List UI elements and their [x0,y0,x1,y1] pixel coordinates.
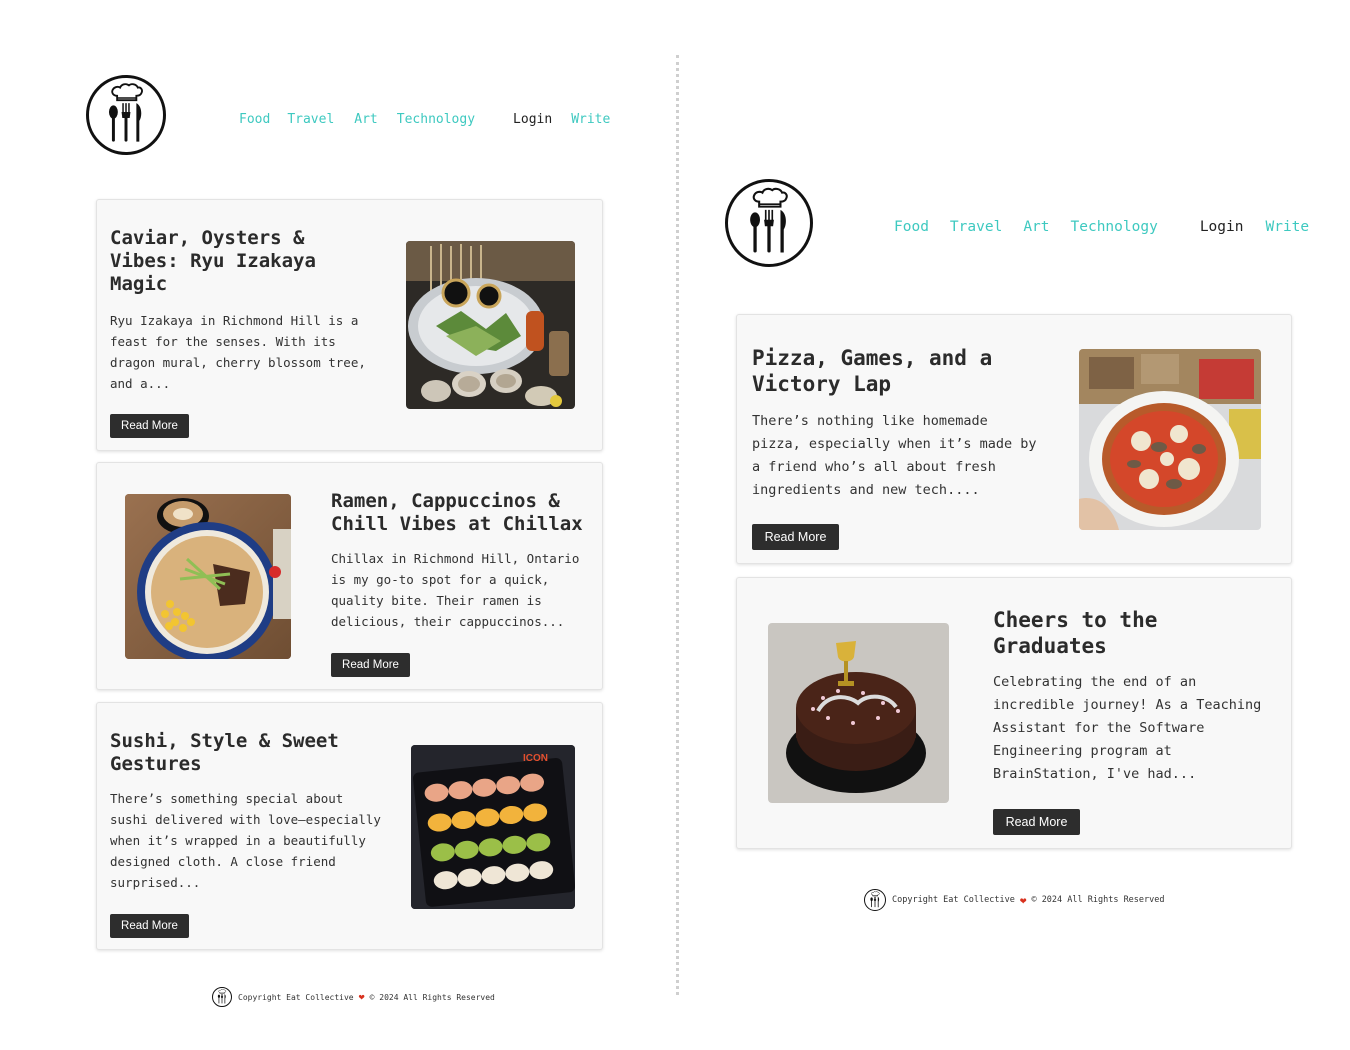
post-excerpt: Celebrating the end of an incredible jou… [993,674,1262,782]
svg-text:ICON: ICON [523,753,548,764]
nav-food-link[interactable]: Food [894,219,929,235]
post-excerpt: There’s nothing like homemade pizza, esp… [752,413,1037,498]
nav-art-link[interactable]: Art [1023,219,1049,235]
post-card: Caviar, Oysters & Vibes: Ryu Izakaya Mag… [96,199,603,451]
heart-icon: ❤ [1019,893,1027,907]
post-excerpt: Chillax in Richmond Hill, Ontario is my … [331,551,580,629]
post-image-sushi[interactable]: ICON [411,745,575,909]
panel-divider [676,55,679,995]
post-excerpt: There’s something special about sushi de… [110,791,381,890]
post-card: Cheers to the Graduates Celebrating the … [736,577,1292,849]
nav-technology-link[interactable]: Technology [1071,219,1158,235]
post-excerpt: Ryu Izakaya in Richmond Hill is a feast … [110,313,366,391]
post-title[interactable]: Caviar, Oysters & Vibes: Ryu Izakaya Mag… [110,227,345,296]
post-title[interactable]: Cheers to the Graduates [993,607,1193,659]
footer-rights: © 2024 All Rights Reserved [369,992,495,1002]
post-title[interactable]: Pizza, Games, and a Victory Lap [752,345,1022,397]
post-image-graduation-cake[interactable] [768,623,949,803]
footer: Copyright Eat Collective ❤ © 2024 All Ri… [864,889,1165,911]
read-more-button[interactable]: Read More [752,524,839,550]
nav-travel-link[interactable]: Travel [950,219,1002,235]
footer-rights: © 2024 All Rights Reserved [1031,895,1165,905]
post-title[interactable]: Sushi, Style & Sweet Gestures [110,730,370,776]
footer-logo-icon [864,889,886,911]
logo-icon[interactable] [86,75,166,155]
nav-write-link[interactable]: Write [1265,219,1309,235]
read-more-button[interactable]: Read More [331,653,410,677]
nav-login-link[interactable]: Login [1200,219,1244,235]
read-more-button[interactable]: Read More [993,809,1080,835]
nav-login-link[interactable]: Login [513,112,552,127]
footer-logo-icon [212,987,232,1007]
nav-write-link[interactable]: Write [571,112,610,127]
post-image-caviar-oysters[interactable] [406,241,575,409]
nav-technology-link[interactable]: Technology [397,112,475,127]
post-image-pizza[interactable] [1079,349,1261,530]
post-title[interactable]: Ramen, Cappuccinos & Chill Vibes at Chil… [331,490,601,536]
main-nav: Food Travel Art Technology Login Write [239,108,610,130]
main-nav: Food Travel Art Technology Login Write [894,215,1309,239]
read-more-button[interactable]: Read More [110,414,189,438]
read-more-button[interactable]: Read More [110,914,189,938]
heart-icon: ❤ [358,991,365,1003]
nav-food-link[interactable]: Food [239,112,270,127]
post-card: Ramen, Cappuccinos & Chill Vibes at Chil… [96,462,603,690]
nav-travel-link[interactable]: Travel [287,112,334,127]
footer-copyright: Copyright Eat Collective [892,895,1015,905]
post-image-ramen-cappuccino[interactable] [125,494,291,659]
footer: Copyright Eat Collective ❤ © 2024 All Ri… [212,987,495,1007]
footer-copyright: Copyright Eat Collective [238,992,354,1002]
nav-art-link[interactable]: Art [354,112,377,127]
post-card: Sushi, Style & Sweet Gestures There’s so… [96,702,603,950]
logo-icon[interactable] [725,179,813,267]
post-card: Pizza, Games, and a Victory Lap There’s … [736,314,1292,564]
